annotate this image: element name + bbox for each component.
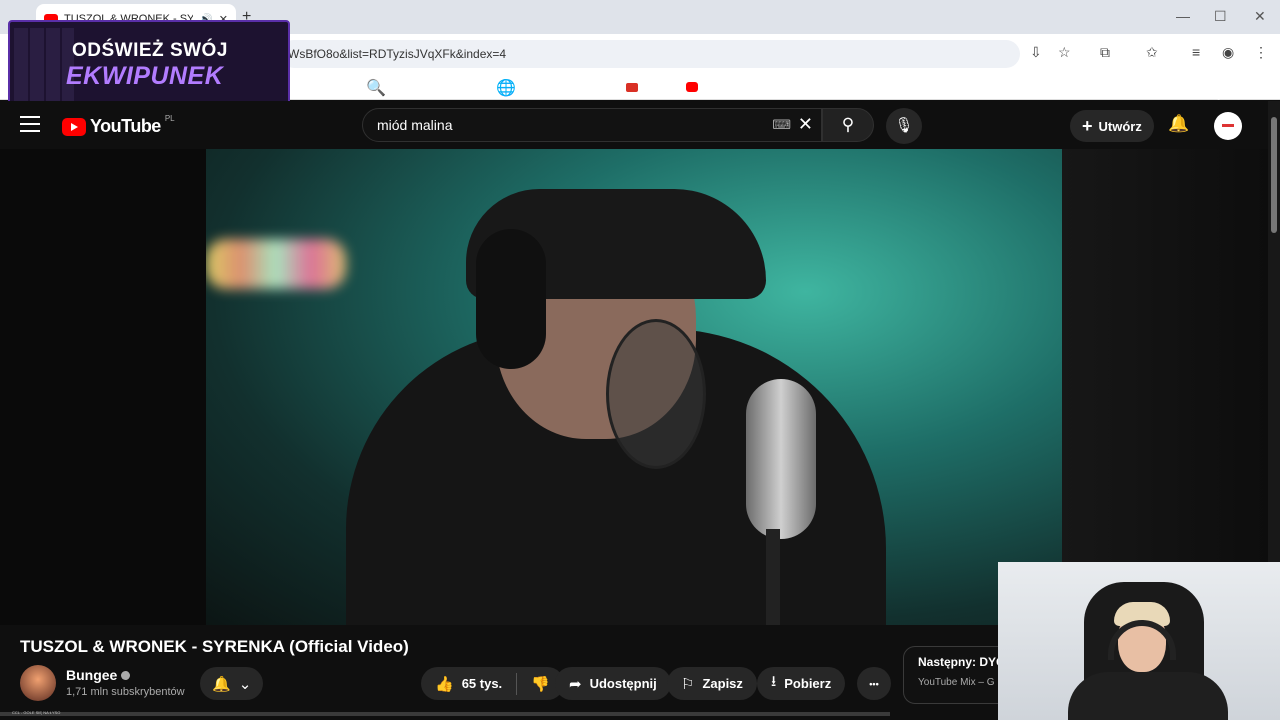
create-button[interactable]: + Utwórz (1070, 110, 1154, 142)
banner-line2: EKWIPUNEK (66, 62, 224, 90)
stream-caption: CCL - GOLE SIĘ NA ŁYSO (12, 710, 61, 715)
more-button[interactable]: ••• (857, 667, 891, 700)
streamer-shirt (1068, 672, 1228, 720)
address-bar[interactable]: WsBfO8o&list=RDTyzisJVqXFk&index=4 (280, 40, 1020, 68)
media-icon[interactable]: ≡ (1192, 44, 1200, 60)
url-text: WsBfO8o&list=RDTyzisJVqXFk&index=4 (288, 47, 507, 61)
like-icon[interactable]: 👍 (435, 675, 454, 693)
save-label: Zapisz (702, 676, 743, 691)
save-button[interactable]: ⚐ Zapisz (667, 667, 757, 700)
headphones (476, 229, 546, 369)
scrollbar-thumb[interactable] (1271, 117, 1277, 233)
promo-banner: ODŚWIEŻ SWÓJ EKWIPUNEK (8, 20, 290, 108)
bookmark-label: Gmail (644, 78, 686, 95)
search-input[interactable]: miód malina ⌨ ✕ (362, 108, 822, 142)
region-label: PL (164, 114, 175, 123)
studio-microphone (746, 379, 816, 539)
search-icon: 🔍 (366, 80, 386, 97)
create-label: Utwórz (1098, 118, 1142, 134)
mic-stand (766, 529, 780, 625)
minimize-icon[interactable]: — (1176, 8, 1190, 24)
bell-outline-icon: 🔔 (212, 675, 231, 693)
plus-icon: + (1082, 115, 1093, 136)
youtube-play-icon (62, 117, 86, 136)
streamer-webcam (998, 562, 1280, 720)
logo-text: YouTube (90, 116, 161, 136)
extensions-icon[interactable]: ⧉ (1100, 44, 1110, 61)
channel-name[interactable]: Bungee (66, 667, 131, 683)
next-label: Następny: DYC (918, 655, 1005, 669)
menu-icon[interactable] (20, 116, 40, 132)
mic-icon[interactable]: 🎙 (886, 108, 922, 144)
search-icon: ⚲ (841, 115, 855, 134)
dislike-icon[interactable]: 👎 (531, 675, 550, 693)
youtube-logo[interactable]: YouTube PL (62, 114, 175, 137)
search-button[interactable]: ⚲ (822, 108, 874, 142)
maximize-icon[interactable]: ☐ (1214, 8, 1227, 25)
video-progress-bar[interactable] (0, 712, 890, 716)
avatar[interactable] (1214, 112, 1242, 140)
bookmark-label: https://www.youtub... (704, 78, 852, 95)
globe-icon: 🌐 (496, 80, 516, 97)
kebab-menu-icon[interactable]: ⋮ (1254, 44, 1268, 61)
pop-filter (606, 319, 706, 469)
share-button[interactable]: ➦ Udostępnij (555, 667, 671, 700)
keyboard-icon[interactable]: ⌨ (772, 117, 791, 133)
subscription-bell-button[interactable]: 🔔 ⌄ (200, 667, 264, 700)
gmail-icon (626, 82, 638, 92)
background-lights (206, 239, 346, 289)
download-label: Pobierz (784, 676, 832, 691)
install-icon[interactable]: ⇩ (1030, 44, 1042, 61)
search-value: miód malina (377, 117, 453, 133)
close-window-icon[interactable]: ✕ (1254, 8, 1266, 25)
bookmark-icon: ⚐ (681, 675, 695, 693)
video-title: TUSZOL & WRONEK - SYRENKA (Official Vide… (20, 637, 409, 656)
clear-icon[interactable]: ✕ (798, 114, 813, 135)
bookmark-gmail[interactable]: Gmail (626, 78, 686, 96)
like-count[interactable]: 65 tys. (462, 676, 502, 691)
subscriber-count: 1,71 mln subskrybentów (66, 686, 185, 698)
chevron-down-icon: ⌄ (238, 675, 252, 693)
star-icon[interactable]: ☆ (1058, 44, 1071, 61)
video-frame[interactable] (206, 149, 1062, 625)
bell-icon[interactable]: 🔔 (1168, 114, 1189, 134)
bookmark-youtube[interactable]: https://www.youtub... (686, 78, 852, 96)
inventory-grid-graphic (14, 28, 74, 106)
video-letterbox (1062, 149, 1268, 625)
download-button[interactable]: ⭳ Pobierz (757, 667, 846, 700)
profile-icon[interactable]: ◉ (1222, 44, 1234, 61)
like-dislike-group: 👍 65 tys. 👎 (421, 667, 564, 700)
download-icon: ⭳ (771, 673, 777, 690)
next-video-card[interactable]: Następny: DYC YouTube Mix – G (903, 646, 1013, 704)
share-icon: ➦ (569, 675, 582, 693)
share-label: Udostępnij (589, 676, 657, 691)
bookmark-star-icon[interactable]: ✩ (1146, 44, 1158, 61)
verified-icon (121, 670, 131, 680)
like-separator (516, 672, 518, 695)
channel-avatar[interactable] (20, 665, 56, 701)
channel-name-text: Bungee (66, 667, 118, 683)
next-sub: YouTube Mix – G (918, 677, 995, 688)
banner-line1: ODŚWIEŻ SWÓJ (72, 40, 228, 61)
bookmark-label: Wszystkie zakładki (1186, 82, 1280, 100)
more-icon: ••• (869, 678, 879, 689)
youtube-icon (686, 82, 698, 92)
